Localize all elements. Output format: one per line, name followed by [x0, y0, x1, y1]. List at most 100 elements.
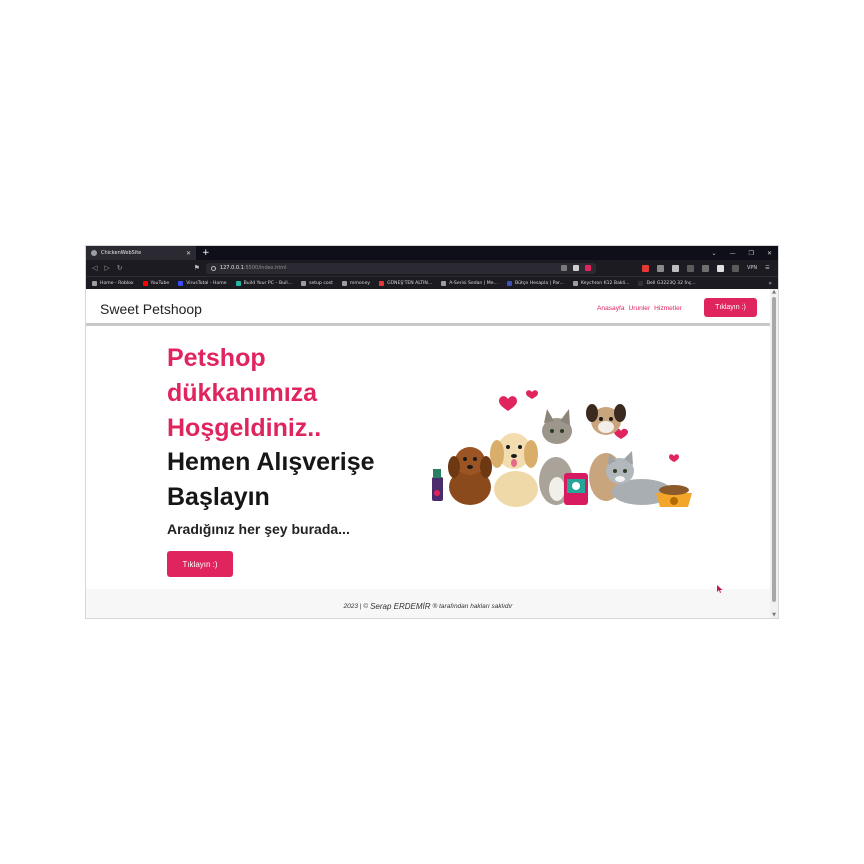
- bookmark-label: GÜNEŞ'TEN ALTIN...: [387, 280, 433, 286]
- forward-icon[interactable]: ▷: [104, 264, 109, 272]
- pet-product-bottle: [432, 477, 443, 501]
- bookmark-favicon-icon: [441, 280, 447, 286]
- web-page: Sweet Petshoop Anasayfa Urunler Hizmetle…: [86, 289, 770, 618]
- address-bar[interactable]: 127.0.0.1 :5500/index.html: [205, 262, 596, 274]
- navbar-cta-button[interactable]: Tıklayın :): [704, 298, 757, 317]
- nav-link-urunler[interactable]: Urunler: [629, 305, 651, 312]
- bookmark-item[interactable]: A-Serisi Sedan | Me...: [441, 280, 498, 286]
- extension-icon[interactable]: [701, 264, 709, 272]
- sidebar-icon[interactable]: [716, 264, 724, 272]
- bookmark-item[interactable]: Home - Roblox: [92, 280, 134, 286]
- vpn-button[interactable]: VPN: [747, 265, 757, 271]
- navigation-toolbar: ◁ ▷ ↻ ⚑ 127.0.0.1 :5500/index.html VPN ☰: [86, 260, 778, 276]
- bookmark-favicon-icon: [506, 280, 512, 286]
- list-all-tabs-icon[interactable]: ⌄: [712, 250, 717, 257]
- bookmark-label: A-Serisi Sedan | Me...: [449, 280, 498, 286]
- window-controls: ⌄ — ❐ ✕: [712, 246, 772, 260]
- site-footer: 2023 | © Serap ERDEMİR ® tarafından hakl…: [86, 589, 770, 618]
- share-icon[interactable]: [560, 265, 567, 271]
- hero-line: Petshop: [167, 344, 266, 372]
- bookmark-favicon-icon: [142, 280, 148, 286]
- bookmark-favicon-icon: [379, 280, 385, 286]
- hero-subheading: Aradığınız her şey burada...: [167, 521, 350, 537]
- hero-line: Hemen Alışverişe: [167, 448, 375, 476]
- back-icon[interactable]: ◁: [92, 264, 97, 272]
- site-info-icon[interactable]: [210, 265, 216, 271]
- browser-window: ChickenWebSite ✕ + ⌄ — ❐ ✕ ◁ ▷ ↻ ⚑ 127.0…: [86, 246, 778, 618]
- bookmark-item[interactable]: Keychron K12 Bakli...: [572, 280, 630, 286]
- hero-line: Hoşgeldiniz..: [167, 414, 322, 442]
- site-nav-links: Anasayfa Urunler Hizmetler: [597, 305, 682, 312]
- tab-title: ChickenWebSite: [101, 250, 142, 256]
- bookmark-favicon-icon: [341, 280, 347, 286]
- close-window-icon[interactable]: ✕: [767, 250, 772, 257]
- bookmark-label: mmoney: [349, 280, 371, 286]
- hero-title-dark: Hemen Alışverişe Başlayın: [167, 445, 375, 515]
- more-bookmarks-icon[interactable]: »: [768, 280, 772, 287]
- site-brand[interactable]: Sweet Petshoop: [100, 301, 202, 317]
- bookmark-item[interactable]: VirusTotal - Home: [178, 280, 227, 286]
- bookmark-item[interactable]: Dell G3223Q 32 İnç...: [638, 280, 696, 286]
- hero-line: dükkanımıza: [167, 379, 318, 407]
- bookmark-favicon-icon: [178, 280, 184, 286]
- bookmark-item[interactable]: mmoney: [341, 280, 371, 286]
- bookmark-label: YouTube: [150, 280, 170, 286]
- mouse-cursor-icon: [717, 585, 723, 593]
- footer-suffix: ® tarafından hakları saklıdır: [432, 603, 513, 610]
- bookmark-favicon-icon: [92, 280, 97, 286]
- heart-icon: [669, 454, 679, 462]
- pets-illustration: [432, 390, 692, 507]
- footer-author: Serap ERDEMİR: [370, 602, 431, 611]
- bookmark-item[interactable]: Bütçe Hesapla | Par...: [506, 280, 564, 286]
- bookmark-label: setup cost: [309, 280, 333, 286]
- minimize-icon[interactable]: —: [730, 250, 736, 257]
- heart-icon: [526, 390, 538, 399]
- bookmark-label: Build Your PC – Buil...: [243, 280, 293, 286]
- tab-bar: ChickenWebSite ✕ + ⌄ — ❐ ✕: [86, 246, 778, 260]
- extension-icon[interactable]: [686, 264, 694, 272]
- url-path: :5500/index.html: [243, 265, 287, 271]
- bookmark-favicon-icon: [235, 280, 241, 286]
- bookmark-item[interactable]: YouTube: [142, 280, 170, 286]
- page-scrollbar[interactable]: ▲ ▼: [770, 289, 778, 618]
- scroll-thumb[interactable]: [772, 297, 776, 602]
- heart-icon: [499, 396, 517, 411]
- bookmarks-bar: Home - Roblox YouTube VirusTotal - Home Bui…: [86, 276, 778, 289]
- bookmark-item[interactable]: GÜNEŞ'TEN ALTIN...: [379, 280, 433, 286]
- bookmark-label: VirusTotal - Home: [186, 280, 227, 286]
- bookmark-icon[interactable]: ⚑: [194, 264, 200, 272]
- bookmark-label: Home - Roblox: [100, 280, 134, 286]
- nav-link-hizmetler[interactable]: Hizmetler: [654, 305, 682, 312]
- url-host: 127.0.0.1: [219, 265, 244, 271]
- maximize-icon[interactable]: ❐: [749, 250, 754, 257]
- bookmark-item[interactable]: Build Your PC – Buil...: [235, 280, 293, 286]
- bookmark-label: Bütçe Hesapla | Par...: [514, 280, 564, 286]
- extension-icon[interactable]: [656, 264, 664, 272]
- bookmark-favicon-icon: [301, 280, 307, 286]
- hero-cta-button[interactable]: Tıklayın :): [167, 551, 233, 577]
- bookmark-favicon-icon: [638, 280, 644, 286]
- new-tab-icon[interactable]: +: [202, 246, 210, 260]
- bookmark-item[interactable]: setup cost: [301, 280, 333, 286]
- rewards-icon[interactable]: [584, 265, 591, 271]
- menu-icon[interactable]: ☰: [765, 265, 769, 271]
- reload-icon[interactable]: ↻: [117, 264, 123, 272]
- bookmark-label: Dell G3223Q 32 İnç...: [646, 280, 696, 286]
- hero-line: Başlayın: [167, 483, 270, 511]
- close-tab-icon[interactable]: ✕: [186, 250, 191, 257]
- extensions-area: VPN ☰: [641, 264, 770, 272]
- scroll-up-icon[interactable]: ▲: [770, 289, 778, 295]
- golden-puppy: [494, 471, 538, 507]
- globe-icon: [91, 250, 97, 256]
- hero-title-pink: Petshop dükkanımıza Hoşgeldiniz..: [167, 341, 321, 446]
- bookmark-label: Keychron K12 Bakli...: [580, 280, 630, 286]
- shield-icon[interactable]: [572, 265, 579, 271]
- extension-icon[interactable]: [671, 264, 679, 272]
- scroll-down-icon[interactable]: ▼: [770, 612, 778, 618]
- wallet-icon[interactable]: [731, 264, 739, 272]
- nav-link-anasayfa[interactable]: Anasayfa: [597, 305, 625, 312]
- browser-tab[interactable]: ChickenWebSite ✕: [86, 246, 196, 260]
- extension-icon[interactable]: [641, 264, 649, 272]
- site-navbar: Sweet Petshoop Anasayfa Urunler Hizmetle…: [86, 289, 770, 326]
- bookmark-favicon-icon: [572, 280, 578, 286]
